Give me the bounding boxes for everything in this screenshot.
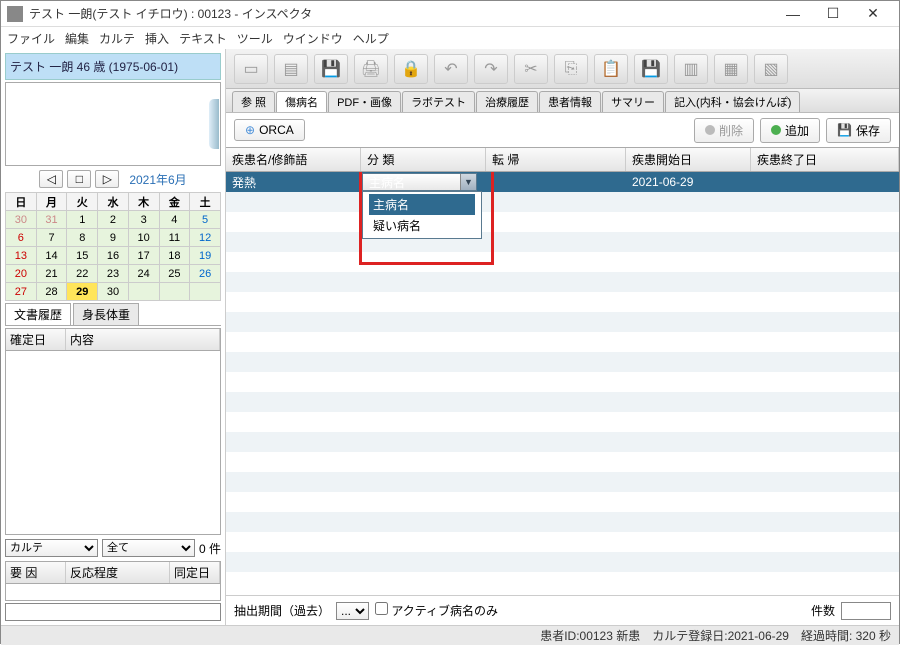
tool-extra2-icon[interactable]: ▦ (714, 54, 748, 84)
tab-entry[interactable]: 記入(内科・協会けんぽ) (665, 91, 800, 112)
tab-doc-history[interactable]: 文書履歴 (5, 303, 71, 325)
filter-all-select[interactable]: 全て (102, 539, 195, 557)
menu-text[interactable]: テキスト (179, 30, 227, 47)
menu-karte[interactable]: カルテ (99, 30, 135, 47)
right-pane: ▭ ▤ 💾 🖨 🔒 ↶ ↷ ✂ ⎘ 📋 💾 ▥ ▦ ▧ 参 照 傷病名 PDF・… (226, 49, 899, 625)
menubar: ファイル 編集 カルテ 挿入 テキスト ツール ウインドウ ヘルプ (1, 27, 899, 49)
tab-pdf[interactable]: PDF・画像 (328, 91, 401, 112)
statusbar: 患者ID:00123 新患 カルテ登録日:2021-06-29 経過時間: 32… (1, 625, 899, 645)
dropdown-option[interactable]: 疑い病名 (369, 215, 475, 236)
main-tabs: 参 照 傷病名 PDF・画像 ラボテスト 治療履歴 患者情報 サマリー 記入(内… (226, 89, 899, 113)
calendar-month-label: 2021年6月 (129, 171, 186, 188)
cell-end-date (751, 180, 899, 184)
status-elapsed: 経過時間: 320 秒 (801, 627, 891, 644)
menu-edit[interactable]: 編集 (65, 30, 89, 47)
save-button[interactable]: 💾保存 (826, 118, 891, 143)
doc-history-table: 確定日内容 (5, 328, 221, 535)
tool-save-icon[interactable]: 💾 (314, 54, 348, 84)
tab-ref[interactable]: 参 照 (232, 91, 275, 112)
action-row: ⊕ORCA 削除 追加 💾保存 (226, 113, 899, 147)
cell-start-date: 2021-06-29 (626, 173, 751, 191)
maximize-button[interactable]: ☐ (813, 1, 853, 27)
patient-header: テスト 一朗 46 歳 (1975-06-01) (5, 53, 221, 80)
add-button[interactable]: 追加 (760, 118, 820, 143)
tool-extra1-icon[interactable]: ▥ (674, 54, 708, 84)
app-icon (7, 6, 23, 22)
grid-header: 疾患名/修飾語 分 類 転 帰 疾患開始日 疾患終了日 (226, 147, 899, 172)
dropdown-option[interactable]: 主病名 (369, 194, 475, 215)
count-label: 件数 (811, 602, 835, 619)
cell-outcome (486, 180, 626, 184)
close-button[interactable]: ✕ (853, 1, 893, 27)
orca-button[interactable]: ⊕ORCA (234, 119, 305, 141)
tab-history[interactable]: 治療履歴 (476, 91, 538, 112)
tool-lock-icon[interactable]: 🔒 (394, 54, 428, 84)
status-register-date: カルテ登録日:2021-06-29 (652, 627, 789, 644)
thumbnail-box (5, 82, 221, 166)
subtabs: 文書履歴 身長体重 (5, 303, 221, 326)
menu-insert[interactable]: 挿入 (145, 30, 169, 47)
menu-file[interactable]: ファイル (7, 30, 55, 47)
filter-count: 0 件 (199, 540, 221, 557)
tool-copy-icon[interactable]: ⎘ (554, 54, 588, 84)
tool-cut-icon[interactable]: ✂ (514, 54, 548, 84)
footer-row: 抽出期間（過去） ... アクティブ病名のみ 件数 (226, 595, 899, 625)
tool-undo-icon[interactable]: ↶ (434, 54, 468, 84)
calendar-nav: ◁ □ ▷ 2021年6月 (5, 168, 221, 190)
tab-disease[interactable]: 傷病名 (276, 91, 327, 112)
tool-paste-icon[interactable]: 📋 (594, 54, 628, 84)
classification-dropdown: 主病名 疑い病名 (362, 191, 482, 239)
delete-button[interactable]: 削除 (694, 118, 754, 143)
active-only-checkbox[interactable]: アクティブ病名のみ (375, 602, 498, 619)
menu-tool[interactable]: ツール (237, 30, 273, 47)
cal-next-button[interactable]: ▷ (95, 170, 119, 188)
search-input[interactable] (5, 603, 221, 621)
tab-body-metrics[interactable]: 身長体重 (73, 303, 139, 325)
tool-redo-icon[interactable]: ↷ (474, 54, 508, 84)
classification-combobox[interactable]: 主病名 ▼ 主病名 疑い病名 (362, 173, 477, 191)
calendar[interactable]: 日月火水木金土 303112345 6789101112 13141516171… (5, 192, 221, 301)
grid-body: 発熱 主病名 ▼ 主病名 疑い病名 2021-06-29 (226, 172, 899, 595)
tab-patient[interactable]: 患者情報 (539, 91, 601, 112)
extract-period-label: 抽出期間（過去） (234, 602, 330, 619)
tool-print-icon[interactable]: 🖨 (354, 54, 388, 84)
toolbar: ▭ ▤ 💾 🖨 🔒 ↶ ↷ ✂ ⎘ 📋 💾 ▥ ▦ ▧ (226, 49, 899, 89)
tool-extra3-icon[interactable]: ▧ (754, 54, 788, 84)
status-patient-id: 患者ID:00123 新患 (540, 627, 640, 644)
tool-doc-icon[interactable]: ▭ (234, 54, 268, 84)
table-row[interactable]: 発熱 主病名 ▼ 主病名 疑い病名 2021-06-29 (226, 172, 899, 192)
extract-period-select[interactable]: ... (336, 602, 369, 620)
tool-save2-icon[interactable]: 💾 (634, 54, 668, 84)
tab-lab[interactable]: ラボテスト (402, 91, 475, 112)
filter-type-select[interactable]: カルテ (5, 539, 98, 557)
menu-window[interactable]: ウインドウ (283, 30, 343, 47)
titlebar: テスト 一朗(テスト イチロウ) : 00123 - インスペクタ — ☐ ✕ (1, 1, 899, 27)
tab-summary[interactable]: サマリー (602, 91, 664, 112)
minimize-button[interactable]: — (773, 1, 813, 27)
tool-note-icon[interactable]: ▤ (274, 54, 308, 84)
count-field (841, 602, 891, 620)
drawer-handle[interactable] (209, 99, 219, 148)
cal-prev-button[interactable]: ◁ (39, 170, 63, 188)
chevron-down-icon[interactable]: ▼ (460, 174, 476, 190)
window-title: テスト 一朗(テスト イチロウ) : 00123 - インスペクタ (29, 5, 773, 22)
cell-classification: 主病名 ▼ 主病名 疑い病名 (361, 172, 486, 192)
cal-today-button[interactable]: □ (67, 170, 91, 188)
left-pane: テスト 一朗 46 歳 (1975-06-01) ◁ □ ▷ 2021年6月 日… (1, 49, 226, 625)
cell-disease-name: 発熱 (226, 172, 361, 193)
menu-help[interactable]: ヘルプ (353, 30, 389, 47)
